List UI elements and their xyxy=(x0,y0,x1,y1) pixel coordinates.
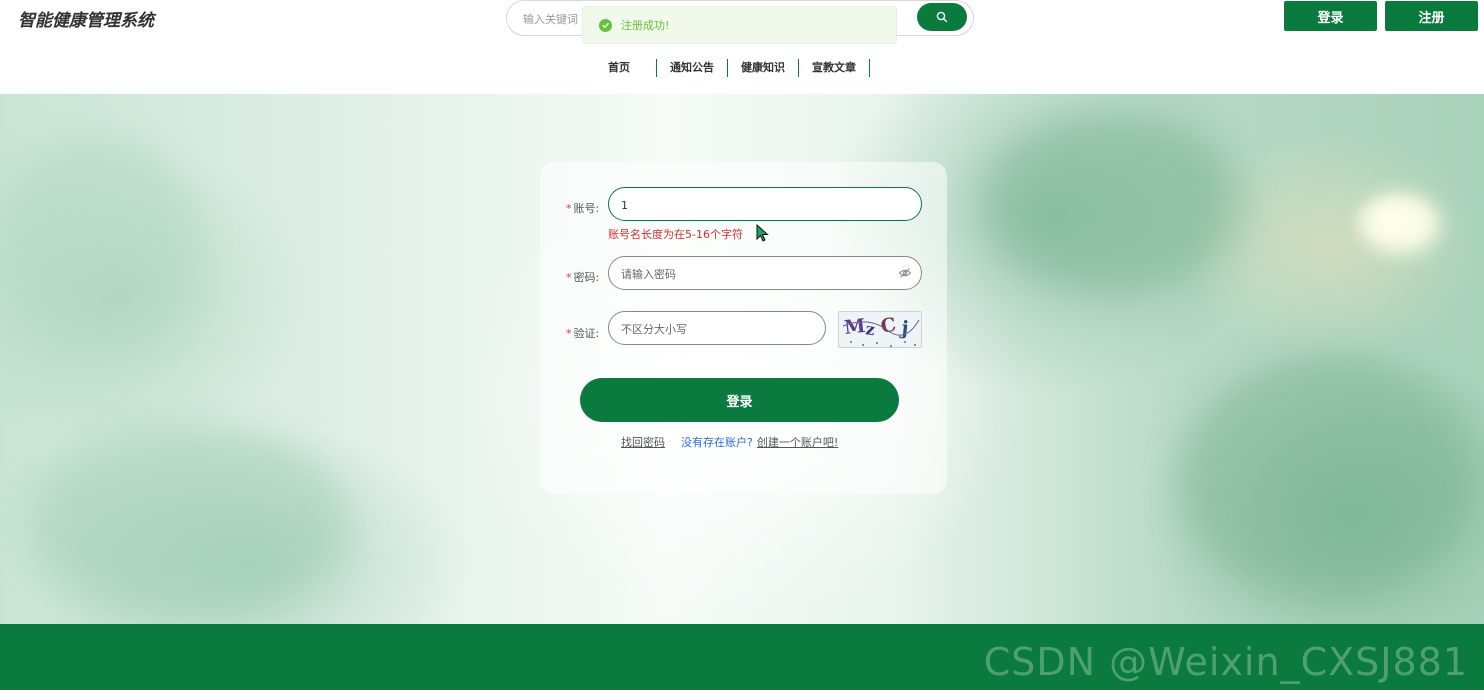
captcha-image[interactable]: M z C j xyxy=(838,311,922,348)
password-input[interactable] xyxy=(621,265,881,283)
hero-background xyxy=(0,94,1484,624)
captcha-input[interactable] xyxy=(621,320,811,338)
captcha-char: j xyxy=(898,317,909,340)
search-icon xyxy=(936,11,948,23)
watercolor-blob xyxy=(30,424,350,624)
create-account-link[interactable]: 创建一个账户吧! xyxy=(757,434,838,450)
captcha-char: M xyxy=(843,315,866,339)
nav-item-notices[interactable]: 通知公告 xyxy=(657,59,728,77)
header: 智能健康管理系统 注册成功! 登录 注册 首页 通知公告 健康知识 宣教文章 xyxy=(0,0,1484,94)
captcha-label: 验证: xyxy=(573,327,600,340)
header-register-button[interactable]: 注册 xyxy=(1385,1,1478,31)
captcha-field[interactable] xyxy=(608,311,826,345)
account-field[interactable] xyxy=(608,187,922,221)
forgot-password-link[interactable]: 找回密码 xyxy=(621,434,665,450)
mouse-cursor-icon xyxy=(756,224,769,242)
check-circle-icon xyxy=(599,18,612,32)
no-account-text: 没有存在账户? xyxy=(681,436,753,449)
login-submit-button[interactable]: 登录 xyxy=(580,378,899,422)
app-title: 智能健康管理系统 xyxy=(18,11,154,31)
main-nav: 首页 通知公告 健康知识 宣教文章 xyxy=(595,59,870,77)
watermark: CSDN @Weixin_CXSJ881 xyxy=(983,640,1468,684)
header-login-button[interactable]: 登录 xyxy=(1284,1,1377,31)
success-toast: 注册成功! xyxy=(582,6,897,44)
account-error: 账号名长度为在5-16个字符 xyxy=(608,228,743,241)
captcha-label-row: * 验证: xyxy=(566,325,606,341)
nav-item-health-knowledge[interactable]: 健康知识 xyxy=(728,59,799,77)
watercolor-blob xyxy=(0,134,200,354)
sun-glare xyxy=(1360,194,1440,254)
watercolor-blob xyxy=(1180,354,1480,604)
account-label: 账号: xyxy=(573,202,600,215)
nav-item-articles[interactable]: 宣教文章 xyxy=(799,59,870,77)
required-star: * xyxy=(566,271,572,284)
password-label: 密码: xyxy=(573,271,600,284)
nav-item-home[interactable]: 首页 xyxy=(595,59,657,77)
search-button[interactable] xyxy=(917,3,967,31)
account-label-row: * 账号: xyxy=(566,200,606,216)
required-star: * xyxy=(566,327,572,340)
toast-message: 注册成功! xyxy=(621,19,670,32)
password-field[interactable] xyxy=(608,256,922,290)
account-input[interactable] xyxy=(621,196,901,214)
eye-off-icon[interactable] xyxy=(898,266,912,280)
password-label-row: * 密码: xyxy=(566,269,606,285)
account-links: 找回密码 没有存在账户? 创建一个账户吧! xyxy=(621,434,838,450)
required-star: * xyxy=(566,202,572,215)
watercolor-blob xyxy=(980,114,1240,294)
